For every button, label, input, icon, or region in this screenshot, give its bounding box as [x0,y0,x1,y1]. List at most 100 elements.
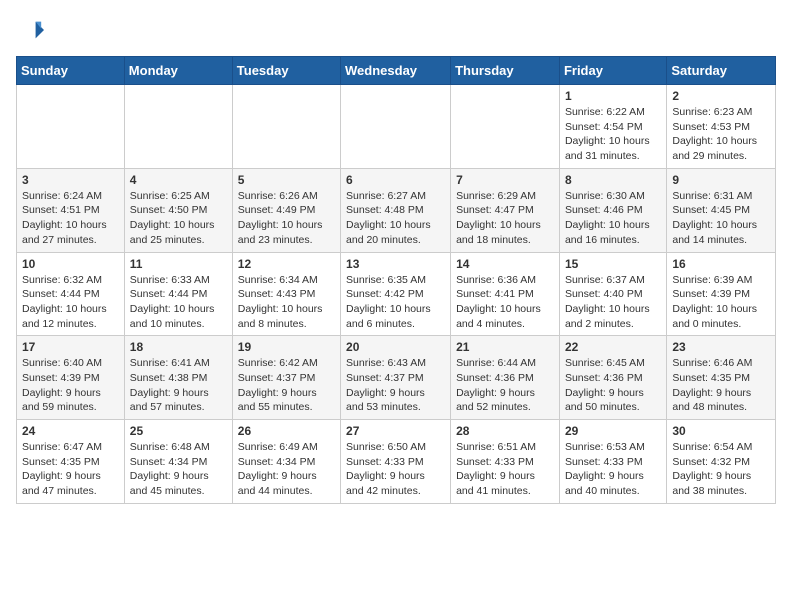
day-number: 7 [456,173,554,187]
day-number: 6 [346,173,445,187]
day-number: 30 [672,424,770,438]
calendar-week-row: 17 Sunrise: 6:40 AM Sunset: 4:39 PM Dayli… [17,336,776,420]
calendar-week-row: 1 Sunrise: 6:22 AM Sunset: 4:54 PM Daylig… [17,85,776,169]
calendar-week-row: 24 Sunrise: 6:47 AM Sunset: 4:35 PM Dayli… [17,420,776,504]
day-number: 8 [565,173,661,187]
day-info: Sunrise: 6:32 AM Sunset: 4:44 PM Dayligh… [22,273,119,332]
day-info: Sunrise: 6:37 AM Sunset: 4:40 PM Dayligh… [565,273,661,332]
day-number: 28 [456,424,554,438]
calendar-table: SundayMondayTuesdayWednesdayThursdayFrid… [16,56,776,504]
calendar-cell: 10 Sunrise: 6:32 AM Sunset: 4:44 PM Dayli… [17,252,125,336]
day-number: 24 [22,424,119,438]
day-number: 21 [456,340,554,354]
day-info: Sunrise: 6:33 AM Sunset: 4:44 PM Dayligh… [130,273,227,332]
col-header-thursday: Thursday [451,57,560,85]
col-header-saturday: Saturday [667,57,776,85]
logo [16,16,48,44]
day-number: 17 [22,340,119,354]
calendar-cell: 15 Sunrise: 6:37 AM Sunset: 4:40 PM Dayli… [559,252,666,336]
day-info: Sunrise: 6:41 AM Sunset: 4:38 PM Dayligh… [130,356,227,415]
day-number: 16 [672,257,770,271]
day-info: Sunrise: 6:48 AM Sunset: 4:34 PM Dayligh… [130,440,227,499]
calendar-cell [17,85,125,169]
col-header-friday: Friday [559,57,666,85]
day-number: 14 [456,257,554,271]
day-number: 15 [565,257,661,271]
day-info: Sunrise: 6:23 AM Sunset: 4:53 PM Dayligh… [672,105,770,164]
day-info: Sunrise: 6:35 AM Sunset: 4:42 PM Dayligh… [346,273,445,332]
calendar-cell: 12 Sunrise: 6:34 AM Sunset: 4:43 PM Dayli… [232,252,340,336]
calendar-cell: 17 Sunrise: 6:40 AM Sunset: 4:39 PM Dayli… [17,336,125,420]
day-info: Sunrise: 6:49 AM Sunset: 4:34 PM Dayligh… [238,440,335,499]
day-info: Sunrise: 6:47 AM Sunset: 4:35 PM Dayligh… [22,440,119,499]
col-header-tuesday: Tuesday [232,57,340,85]
day-info: Sunrise: 6:51 AM Sunset: 4:33 PM Dayligh… [456,440,554,499]
day-number: 9 [672,173,770,187]
calendar-cell: 6 Sunrise: 6:27 AM Sunset: 4:48 PM Daylig… [341,168,451,252]
calendar-cell: 8 Sunrise: 6:30 AM Sunset: 4:46 PM Daylig… [559,168,666,252]
day-info: Sunrise: 6:30 AM Sunset: 4:46 PM Dayligh… [565,189,661,248]
calendar-cell: 24 Sunrise: 6:47 AM Sunset: 4:35 PM Dayli… [17,420,125,504]
day-number: 3 [22,173,119,187]
calendar-cell: 23 Sunrise: 6:46 AM Sunset: 4:35 PM Dayli… [667,336,776,420]
day-number: 2 [672,89,770,103]
day-info: Sunrise: 6:39 AM Sunset: 4:39 PM Dayligh… [672,273,770,332]
col-header-wednesday: Wednesday [341,57,451,85]
day-info: Sunrise: 6:22 AM Sunset: 4:54 PM Dayligh… [565,105,661,164]
day-number: 12 [238,257,335,271]
calendar-week-row: 10 Sunrise: 6:32 AM Sunset: 4:44 PM Dayli… [17,252,776,336]
calendar-cell: 25Sunrise: 6:48 AM Sunset: 4:34 PM Dayli… [124,420,232,504]
calendar-cell: 21Sunrise: 6:44 AM Sunset: 4:36 PM Dayli… [451,336,560,420]
col-header-monday: Monday [124,57,232,85]
calendar-cell: 19Sunrise: 6:42 AM Sunset: 4:37 PM Dayli… [232,336,340,420]
calendar-cell: 30 Sunrise: 6:54 AM Sunset: 4:32 PM Dayli… [667,420,776,504]
day-info: Sunrise: 6:24 AM Sunset: 4:51 PM Dayligh… [22,189,119,248]
day-number: 23 [672,340,770,354]
logo-icon [16,16,44,44]
calendar-cell: 3 Sunrise: 6:24 AM Sunset: 4:51 PM Daylig… [17,168,125,252]
day-info: Sunrise: 6:36 AM Sunset: 4:41 PM Dayligh… [456,273,554,332]
calendar-cell: 18 Sunrise: 6:41 AM Sunset: 4:38 PM Dayli… [124,336,232,420]
calendar-cell: 20 Sunrise: 6:43 AM Sunset: 4:37 PM Dayli… [341,336,451,420]
calendar-cell: 7 Sunrise: 6:29 AM Sunset: 4:47 PM Daylig… [451,168,560,252]
day-number: 18 [130,340,227,354]
day-number: 20 [346,340,445,354]
calendar-cell: 2 Sunrise: 6:23 AM Sunset: 4:53 PM Daylig… [667,85,776,169]
day-number: 5 [238,173,335,187]
calendar-cell: 29Sunrise: 6:53 AM Sunset: 4:33 PM Dayli… [559,420,666,504]
day-info: Sunrise: 6:31 AM Sunset: 4:45 PM Dayligh… [672,189,770,248]
calendar-cell: 26 Sunrise: 6:49 AM Sunset: 4:34 PM Dayli… [232,420,340,504]
day-number: 1 [565,89,661,103]
col-header-sunday: Sunday [17,57,125,85]
calendar-cell: 16 Sunrise: 6:39 AM Sunset: 4:39 PM Dayli… [667,252,776,336]
day-number: 22 [565,340,661,354]
day-info: Sunrise: 6:45 AM Sunset: 4:36 PM Dayligh… [565,356,661,415]
day-number: 10 [22,257,119,271]
day-info: Sunrise: 6:40 AM Sunset: 4:39 PM Dayligh… [22,356,119,415]
day-info: Sunrise: 6:27 AM Sunset: 4:48 PM Dayligh… [346,189,445,248]
calendar-cell: 9 Sunrise: 6:31 AM Sunset: 4:45 PM Daylig… [667,168,776,252]
calendar-cell [451,85,560,169]
calendar-header-row: SundayMondayTuesdayWednesdayThursdayFrid… [17,57,776,85]
day-number: 13 [346,257,445,271]
calendar-cell: 11 Sunrise: 6:33 AM Sunset: 4:44 PM Dayli… [124,252,232,336]
day-info: Sunrise: 6:43 AM Sunset: 4:37 PM Dayligh… [346,356,445,415]
day-info: Sunrise: 6:53 AM Sunset: 4:33 PM Dayligh… [565,440,661,499]
day-info: Sunrise: 6:26 AM Sunset: 4:49 PM Dayligh… [238,189,335,248]
calendar-cell [341,85,451,169]
day-number: 27 [346,424,445,438]
calendar-cell: 5 Sunrise: 6:26 AM Sunset: 4:49 PM Daylig… [232,168,340,252]
day-number: 26 [238,424,335,438]
calendar-cell [124,85,232,169]
calendar-cell: 22 Sunrise: 6:45 AM Sunset: 4:36 PM Dayli… [559,336,666,420]
calendar-cell: 1 Sunrise: 6:22 AM Sunset: 4:54 PM Daylig… [559,85,666,169]
day-info: Sunrise: 6:46 AM Sunset: 4:35 PM Dayligh… [672,356,770,415]
calendar-cell: 4Sunrise: 6:25 AM Sunset: 4:50 PM Daylig… [124,168,232,252]
day-info: Sunrise: 6:34 AM Sunset: 4:43 PM Dayligh… [238,273,335,332]
day-info: Sunrise: 6:54 AM Sunset: 4:32 PM Dayligh… [672,440,770,499]
day-info: Sunrise: 6:29 AM Sunset: 4:47 PM Dayligh… [456,189,554,248]
calendar-cell [232,85,340,169]
day-number: 11 [130,257,227,271]
page-header [16,16,776,44]
calendar-cell: 14 Sunrise: 6:36 AM Sunset: 4:41 PM Dayli… [451,252,560,336]
